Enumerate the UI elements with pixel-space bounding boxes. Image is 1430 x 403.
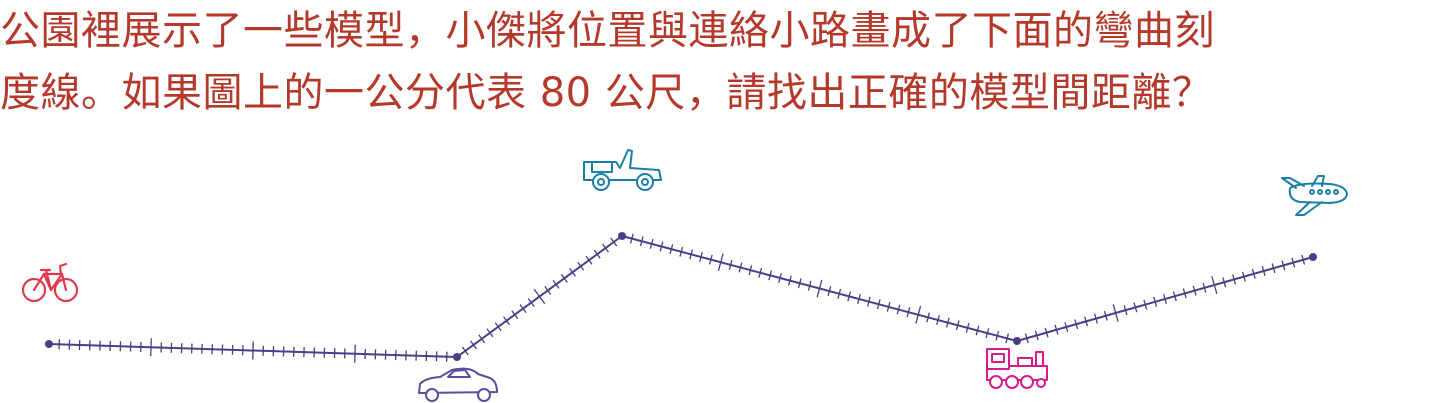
ruler-tick <box>602 243 609 253</box>
ruler-tick <box>560 273 568 283</box>
ruler-tick <box>610 237 618 247</box>
ruler-tick <box>593 249 601 259</box>
ruler-tick <box>527 298 535 307</box>
ruler-point-bicycle <box>45 340 53 348</box>
ruler-tick <box>577 261 585 271</box>
ruler-tick <box>461 346 469 356</box>
jeep-icon <box>583 149 662 191</box>
ruler-point-train <box>1013 337 1021 345</box>
ruler-tick <box>252 341 254 360</box>
train-icon <box>986 348 1048 389</box>
ruler-tick <box>494 322 502 332</box>
airplane-icon <box>1281 175 1348 216</box>
ruler-tick <box>585 255 593 265</box>
car-icon <box>418 367 498 402</box>
ruler-tick <box>503 316 510 326</box>
ruler-tick <box>150 338 152 357</box>
ruler-path <box>45 232 1317 363</box>
ruler-point-airplane <box>1309 253 1317 261</box>
ruler-tick <box>533 288 546 305</box>
ruler-tick <box>354 344 356 363</box>
ruler-tick <box>519 304 527 314</box>
ruler-tick <box>470 340 477 350</box>
ruler-tick <box>569 267 576 277</box>
ruler-tick <box>478 334 486 344</box>
ruler-tick <box>544 286 552 295</box>
ruler-tick <box>486 328 494 338</box>
bicycle-icon <box>21 262 79 303</box>
ruler-path-diagram <box>21 149 1348 402</box>
ruler-tick <box>511 310 519 320</box>
ruler-tick <box>552 279 560 289</box>
ruler-point-car <box>453 353 461 361</box>
ruler-point-jeep <box>618 232 626 240</box>
